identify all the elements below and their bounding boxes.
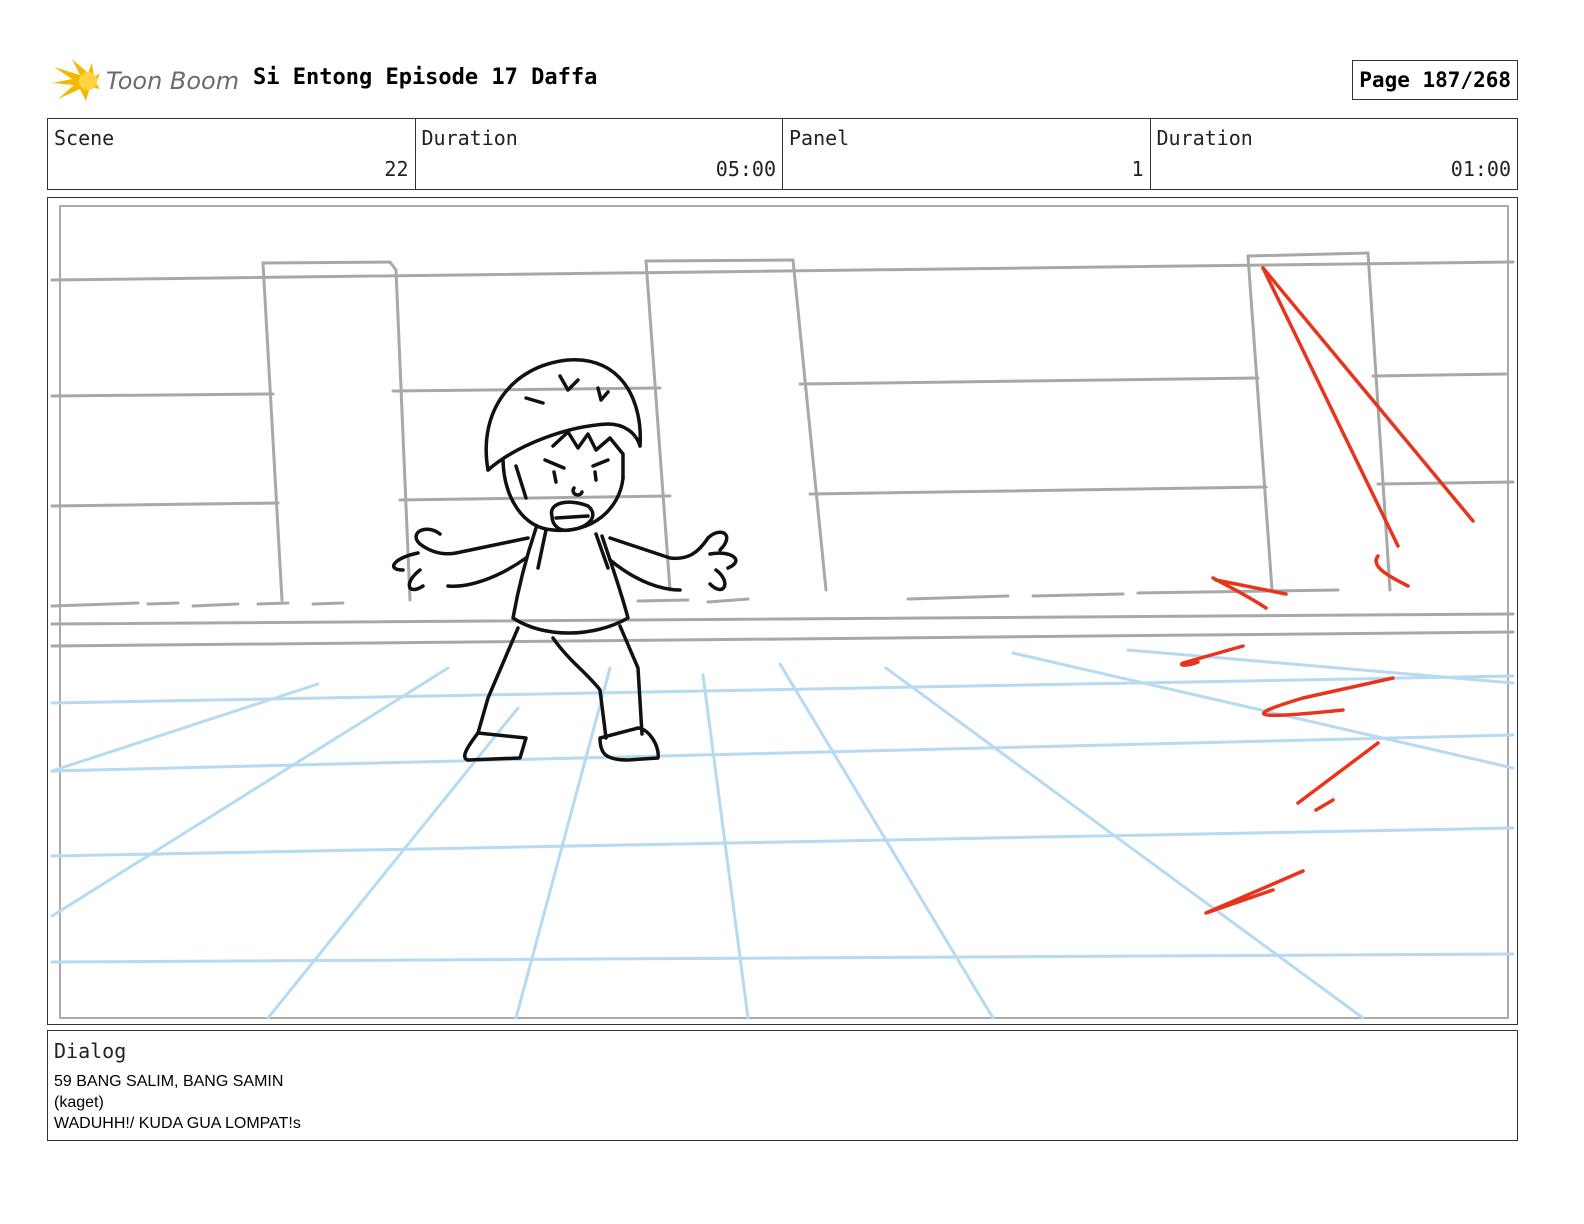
panel-duration-cell: Duration 01:00	[1151, 119, 1518, 189]
scene-label: Scene	[54, 126, 115, 150]
scene-duration-label: Duration	[421, 126, 518, 150]
scene-cell: Scene 22	[48, 119, 416, 189]
starburst-icon	[52, 59, 100, 101]
panel-label: Panel	[789, 126, 850, 150]
panel-value: 1	[1131, 157, 1144, 181]
page-header: Toon Boom Si Entong Episode 17 Daffa Pag…	[48, 55, 1518, 105]
page-indicator: Page 187/268	[1352, 60, 1518, 100]
dialog-line: 59 BANG SALIM, BANG SAMIN	[54, 1073, 284, 1090]
storyboard-panel	[47, 197, 1518, 1025]
dialog-label: Dialog	[54, 1039, 127, 1063]
scene-info-row: Scene 22 Duration 05:00 Panel 1 Duration…	[47, 118, 1518, 190]
panel-duration-value: 01:00	[1450, 157, 1511, 181]
dialog-box: Dialog 59 BANG SALIM, BANG SAMIN (kaget)…	[47, 1030, 1518, 1141]
character-sketch	[391, 358, 738, 762]
panel-duration-label: Duration	[1156, 126, 1253, 150]
scene-value: 22	[384, 157, 409, 181]
dialog-line: WADUHH!/ KUDA GUA LOMPAT!s	[54, 1115, 301, 1132]
panel-cell: Panel 1	[783, 119, 1151, 189]
toon-boom-logo: Toon Boom	[52, 59, 239, 101]
dialog-text: 59 BANG SALIM, BANG SAMIN (kaget) WADUHH…	[54, 1071, 301, 1134]
wall-sketch	[50, 251, 1515, 648]
document-title: Si Entong Episode 17 Daffa	[253, 65, 598, 90]
scene-duration-value: 05:00	[715, 157, 776, 181]
floor-grid	[50, 648, 1515, 1020]
logo-text: Toon Boom	[106, 67, 239, 95]
panel-sketch	[50, 205, 1515, 1020]
scene-duration-cell: Duration 05:00	[416, 119, 783, 189]
dialog-line: (kaget)	[54, 1094, 104, 1111]
